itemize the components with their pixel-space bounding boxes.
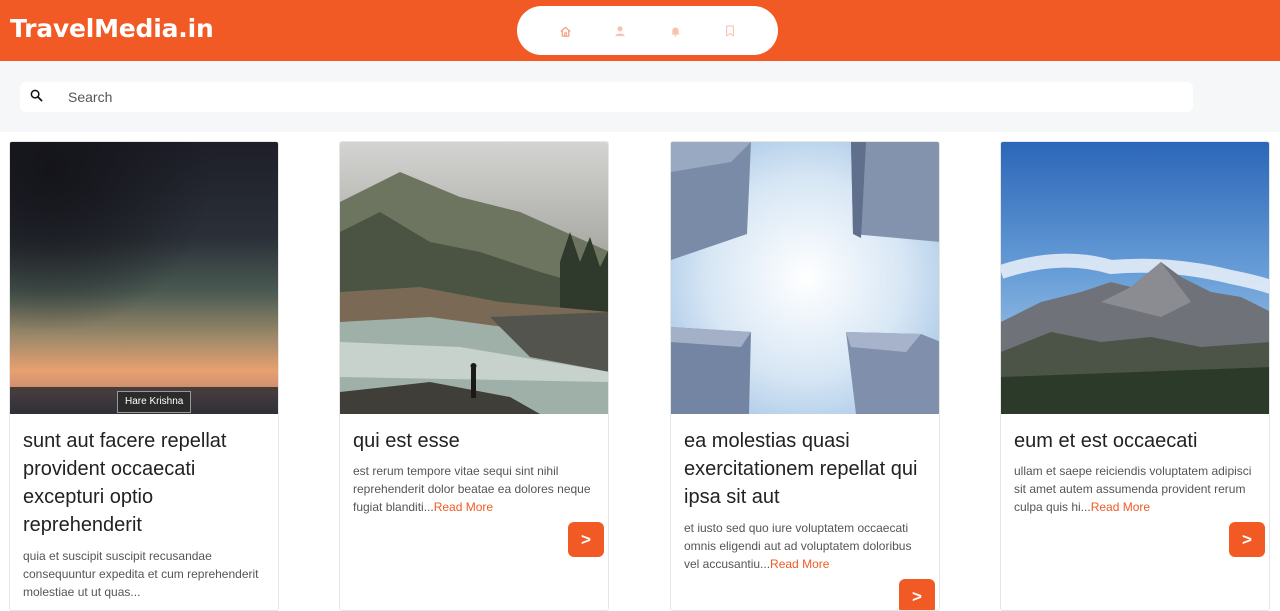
bookmark-icon[interactable]: [723, 24, 737, 38]
search-box: [20, 82, 1193, 112]
post-title[interactable]: sunt aut facere repellat provident occae…: [23, 427, 267, 539]
image-caption: Hare Krishna: [117, 391, 192, 413]
post-card[interactable]: Hare Krishna sunt aut facere repellat pr…: [9, 141, 279, 611]
open-post-button[interactable]: >: [568, 522, 604, 557]
post-excerpt: est rerum tempore vitae sequi sint nihil…: [353, 462, 597, 516]
top-header: TravelMedia.in: [0, 0, 1280, 61]
open-post-button[interactable]: >: [899, 579, 935, 610]
post-image-river[interactable]: [340, 142, 608, 414]
home-icon[interactable]: [558, 24, 572, 38]
post-title[interactable]: eum et est occaecati: [1014, 427, 1258, 455]
post-title[interactable]: qui est esse: [353, 427, 597, 455]
search-icon: [30, 89, 44, 103]
search-input[interactable]: [68, 82, 1168, 112]
bell-icon[interactable]: [668, 24, 682, 38]
nav-bar: [517, 6, 778, 55]
post-excerpt: quia et suscipit suscipit recusandae con…: [23, 547, 267, 601]
site-logo[interactable]: TravelMedia.in: [10, 14, 214, 43]
post-card[interactable]: eum et est occaecati ullam et saepe reic…: [1000, 141, 1270, 611]
post-image-mountain[interactable]: [1001, 142, 1269, 414]
post-excerpt: ullam et saepe reiciendis voluptatem adi…: [1014, 462, 1258, 516]
read-more-link[interactable]: Read More: [770, 557, 829, 571]
user-icon[interactable]: [613, 24, 627, 38]
open-post-button[interactable]: >: [1229, 522, 1265, 557]
post-title[interactable]: ea molestias quasi exercitationem repell…: [684, 427, 928, 511]
post-excerpt: et iusto sed quo iure voluptatem occaeca…: [684, 519, 928, 573]
post-image-sunset[interactable]: Hare Krishna: [10, 142, 278, 414]
read-more-link[interactable]: Read More: [434, 500, 493, 514]
post-image-buildings[interactable]: [671, 142, 939, 414]
post-card[interactable]: ea molestias quasi exercitationem repell…: [670, 141, 940, 611]
read-more-link[interactable]: Read More: [1091, 500, 1150, 514]
post-card[interactable]: qui est esse est rerum tempore vitae seq…: [339, 141, 609, 611]
search-section: [0, 61, 1280, 132]
post-excerpt-text: quia et suscipit suscipit recusandae con…: [23, 549, 259, 599]
